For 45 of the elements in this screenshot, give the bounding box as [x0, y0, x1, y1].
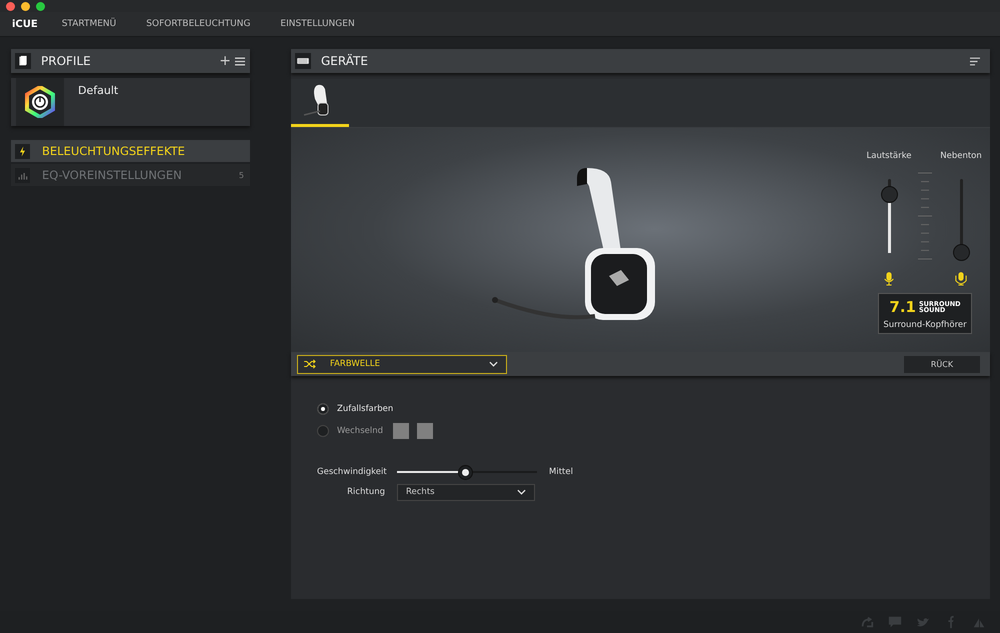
hexagon-power-icon — [24, 86, 56, 118]
menu-icon[interactable] — [235, 56, 245, 66]
surround-caption: Surround-Kopfhörer — [883, 320, 967, 330]
radio-button[interactable] — [317, 403, 329, 415]
radio-label[interactable]: Zufallsfarben — [337, 404, 394, 414]
profile-card[interactable]: Default — [11, 78, 250, 126]
profiles-icon — [15, 53, 31, 69]
slider-thumb[interactable] — [458, 464, 474, 480]
microphone-icon[interactable] — [883, 271, 895, 287]
color-swatch[interactable] — [417, 423, 433, 439]
direction-label: Richtung — [346, 487, 385, 497]
speed-label: Geschwindigkeit — [317, 467, 385, 477]
slider-thumb[interactable] — [952, 244, 970, 261]
back-button[interactable]: RÜCK — [904, 356, 980, 372]
menu-icon[interactable] — [970, 56, 980, 66]
surround-number: 7.1 — [889, 298, 916, 316]
devices-title: GERÄTE — [321, 54, 368, 68]
slider-label: Lautstärke — [866, 151, 912, 161]
app-logo: iCUE — [12, 18, 38, 30]
radio-button[interactable] — [317, 425, 329, 437]
nav-tab[interactable]: SOFORTBELEUCHTUNG — [146, 19, 250, 29]
add-profile-button[interactable]: + — [219, 54, 235, 68]
speed-slider[interactable] — [397, 464, 537, 480]
nav-tab[interactable]: STARTMENÜ — [62, 19, 116, 29]
slider-thumb[interactable] — [880, 186, 898, 204]
keyboard-icon — [295, 53, 311, 69]
microphone-icon[interactable] — [955, 271, 967, 287]
radio-label[interactable]: Wechselnd — [337, 426, 383, 436]
lightning-icon — [15, 144, 30, 158]
sidebar-item[interactable]: BELEUCHTUNGSEFFEKTE — [11, 140, 250, 162]
effect-dropdown[interactable]: FARBWELLE — [297, 354, 507, 374]
speed-reading: Mittel — [549, 467, 573, 477]
profiles-title: PROFILE — [41, 54, 91, 68]
nav-tab[interactable]: EINSTELLUNGEN — [280, 19, 355, 29]
zoom-window-button[interactable] — [36, 2, 45, 10]
close-window-button[interactable] — [6, 2, 15, 10]
shuffle-icon — [304, 359, 316, 369]
profile-name: Default — [78, 84, 118, 97]
direction-dropdown[interactable]: Rechts — [397, 484, 535, 500]
chevron-down-icon — [489, 361, 498, 367]
chevron-down-icon — [517, 489, 526, 495]
bar-chart-icon — [15, 168, 30, 182]
color-swatch[interactable] — [393, 423, 409, 439]
minimize-window-button[interactable] — [21, 2, 30, 10]
slider-label: Nebenton — [940, 151, 982, 161]
